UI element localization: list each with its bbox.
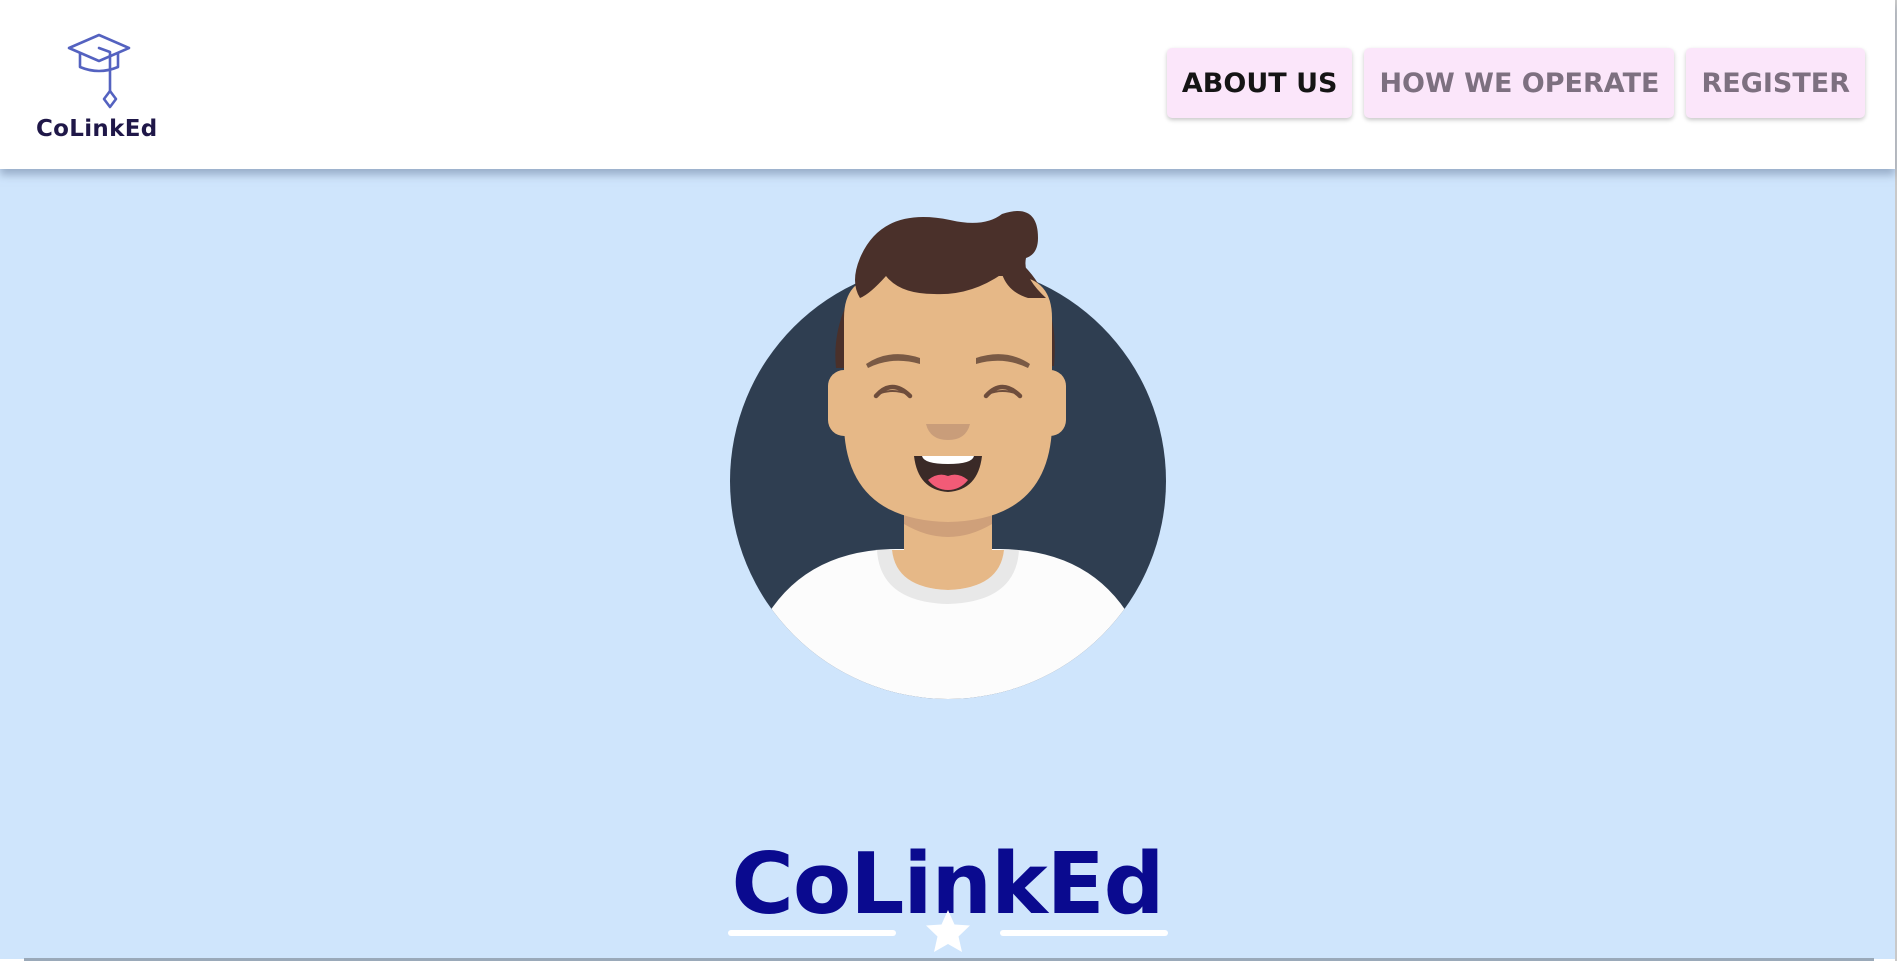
nav-about-us-button[interactable]: ABOUT US [1166,48,1353,118]
smiling-man-avatar [730,211,1166,699]
star-divider [728,910,1168,952]
main-nav: ABOUT US HOW WE OPERATE REGISTER [1166,48,1865,118]
graduation-cap-icon [67,33,131,109]
divider-line-right [1000,930,1168,936]
nav-register-button[interactable]: REGISTER [1686,48,1865,118]
top-navbar: CoLinkEd ABOUT US HOW WE OPERATE REGISTE… [0,0,1895,169]
star-icon [926,910,970,952]
page: CoLinkEd ABOUT US HOW WE OPERATE REGISTE… [0,0,1897,961]
divider-line-left [728,930,896,936]
nav-how-we-operate-button[interactable]: HOW WE OPERATE [1364,48,1675,118]
brand-home-link[interactable]: CoLinkEd [30,26,170,146]
brand-name: CoLinkEd [36,116,158,142]
